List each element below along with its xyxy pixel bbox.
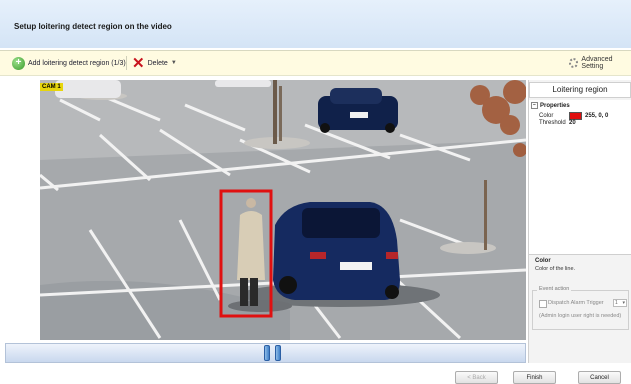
parking-lot-scene (40, 80, 526, 340)
color-swatch[interactable] (569, 112, 582, 120)
property-row-color[interactable]: Color 255, 0, 0 (539, 112, 608, 120)
event-action-legend: Event action (537, 286, 572, 292)
video-timeline[interactable] (5, 343, 526, 363)
property-description: Color Color of the line. (529, 255, 631, 285)
delete-button[interactable]: ✕ Delete ▼ (132, 55, 177, 71)
alarm-trigger-value: 1 (615, 300, 618, 306)
alarm-trigger-label: Dispatch Alarm Trigger (548, 300, 604, 306)
admin-note: (Admin login user right is needed) (539, 313, 622, 319)
property-key: Threshold (539, 120, 566, 126)
gear-icon (569, 58, 579, 68)
video-view[interactable]: CAM 1 (40, 80, 526, 340)
page-title: Setup loitering detect region on the vid… (14, 22, 172, 31)
event-action-group: Event action Dispatch Alarm Trigger 1 ▾ … (532, 286, 629, 330)
property-key: Color (539, 113, 554, 119)
property-row-threshold[interactable]: Threshold 20 (539, 120, 576, 126)
property-value[interactable]: 20 (569, 120, 576, 126)
panel-title[interactable]: Loitering region (529, 82, 631, 98)
back-button[interactable]: < Back (455, 371, 498, 384)
chevron-down-icon: ▾ (622, 300, 625, 306)
properties-category[interactable]: − Properties (531, 102, 570, 109)
chevron-down-icon[interactable]: ▼ (171, 60, 177, 66)
add-region-button[interactable]: + Add loitering detect region (1/3) (12, 55, 126, 71)
alarm-trigger-checkbox[interactable] (539, 300, 547, 308)
delete-label: Delete (147, 59, 168, 67)
description-text: Color of the line. (535, 266, 576, 272)
advanced-setting-button[interactable]: Advanced Setting (569, 55, 631, 71)
property-grid: − Properties Color 255, 0, 0 Threshold 2… (529, 100, 631, 255)
property-value[interactable]: 255, 0, 0 (585, 113, 608, 119)
properties-panel: Loitering region − Properties Color 255,… (528, 80, 631, 363)
advanced-setting-label: Advanced Setting (581, 56, 613, 70)
toolbar-separator (126, 56, 127, 70)
add-region-label: Add loitering detect region (1/3) (28, 59, 126, 67)
wizard-header: Setup loitering detect region on the vid… (0, 0, 631, 48)
finish-button[interactable]: Finish (513, 371, 556, 384)
collapse-icon[interactable]: − (531, 102, 538, 109)
cancel-button[interactable]: Cancel (578, 371, 621, 384)
toolbar: + Add loitering detect region (1/3) ✕ De… (0, 50, 631, 76)
properties-header: Properties (540, 102, 570, 109)
alarm-trigger-select[interactable]: 1 ▾ (613, 299, 627, 307)
add-circle-icon: + (12, 56, 25, 70)
timeline-left-handle[interactable] (264, 345, 270, 361)
description-title: Color (535, 258, 551, 264)
timeline-right-handle[interactable] (275, 345, 281, 361)
red-x-icon: ✕ (132, 54, 145, 72)
camera-label: CAM 1 (40, 83, 63, 91)
